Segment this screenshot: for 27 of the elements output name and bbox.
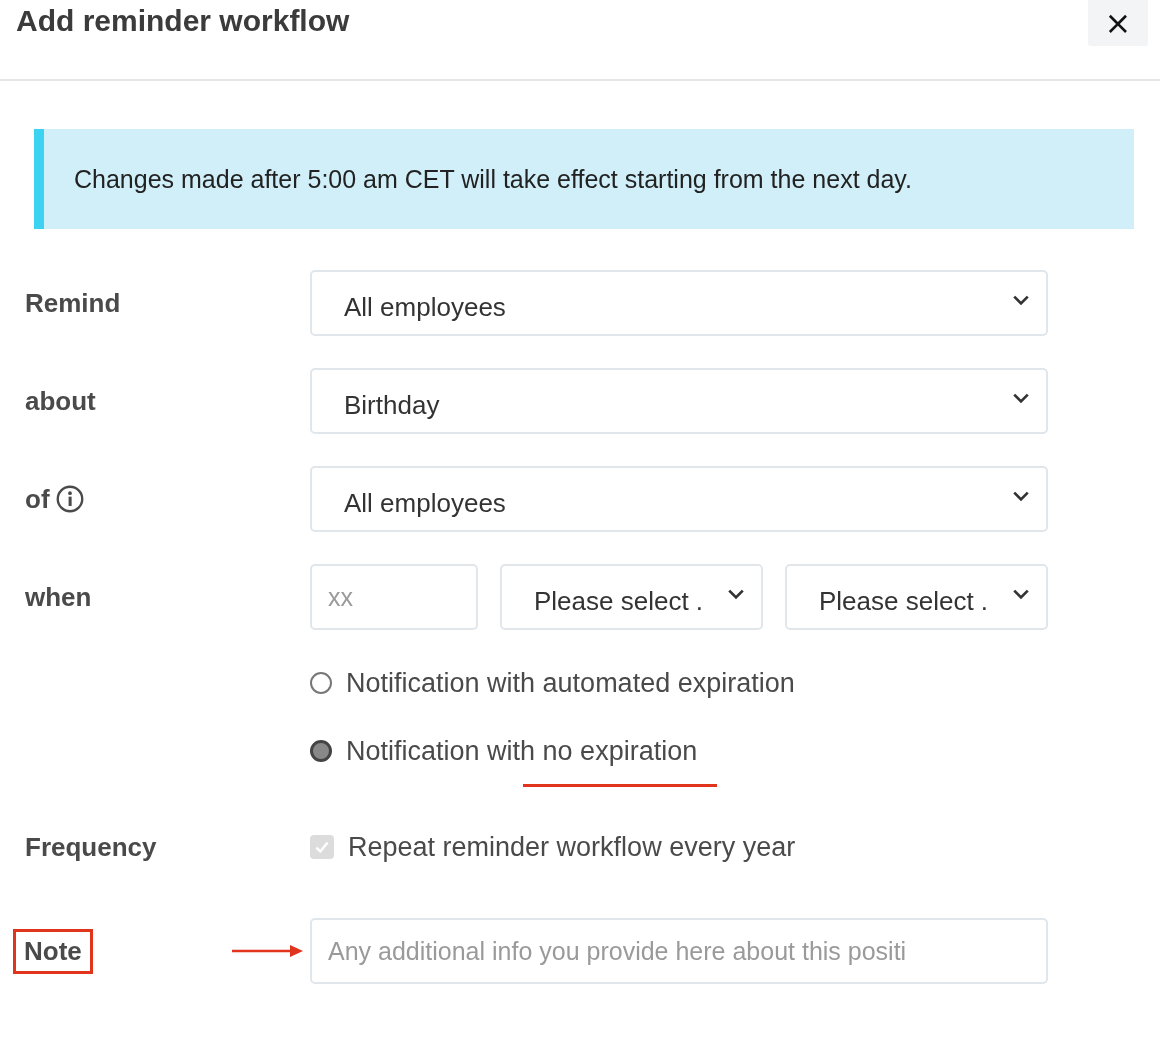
close-button[interactable]: × [1088,0,1148,46]
field-label: Frequency [25,831,157,863]
radio-label: Notification with no expiration [346,735,698,766]
dialog-title: Add reminder workflow [16,4,350,38]
field-label: when [25,581,92,613]
dropdown[interactable]: Please select . [785,564,1048,630]
field-label: Note [13,928,93,974]
dropdown[interactable]: All employees [310,466,1048,532]
dropdown[interactable]: Please select . [500,564,763,630]
chevron-down-icon [1012,294,1030,306]
radio-label: Notification with automated expiration [346,667,795,698]
chevron-down-icon [1012,490,1030,502]
chevron-down-icon [727,588,745,600]
banner-text: Changes made after 5:00 am CET will take effect starting from the next day. [74,164,912,194]
chevron-down-icon [1012,588,1030,600]
dropdown[interactable]: Birthday [310,368,1048,434]
field-label: Remind [25,287,121,319]
dropdown[interactable]: All employees [310,270,1048,336]
radio-button[interactable] [310,672,332,694]
number-field[interactable]: xx [310,564,478,630]
note-field[interactable]: Any additional info you provide here about this positi [310,918,1048,984]
field-label: about [25,385,96,417]
field-label: of [25,483,50,515]
checkbox-label: Repeat reminder workflow every year [348,831,796,863]
chevron-down-icon [1012,392,1030,404]
radio-button[interactable] [310,740,332,762]
info-icon[interactable] [55,485,84,513]
